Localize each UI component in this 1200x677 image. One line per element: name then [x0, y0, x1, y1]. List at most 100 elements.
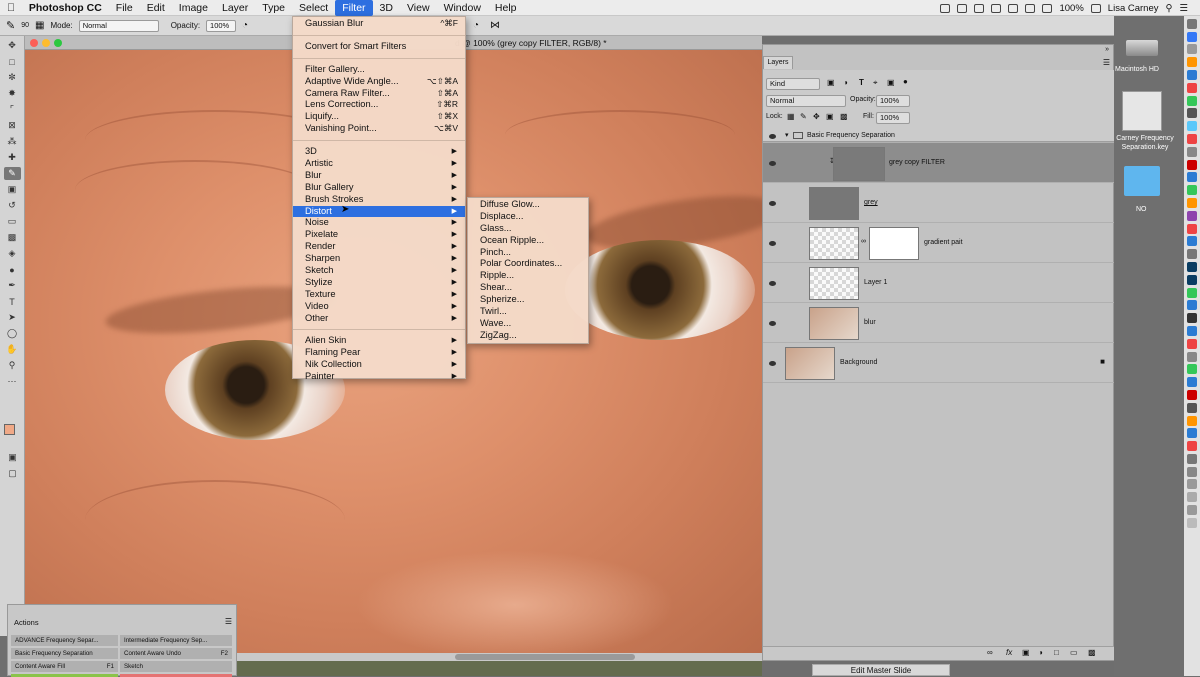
menu-item-nik-collection[interactable]: Nik Collection ▶: [293, 359, 465, 371]
dropbox-icon[interactable]: [974, 3, 985, 13]
menu-item-video[interactable]: Video ▶: [293, 301, 465, 313]
dock-app-icon[interactable]: [1187, 505, 1197, 516]
marquee-tool-icon[interactable]: □: [4, 55, 21, 68]
submenu-item-glass[interactable]: Glass...: [468, 223, 588, 235]
dock-app-icon[interactable]: [1187, 415, 1197, 426]
lock-brush-icon[interactable]: ✎: [800, 112, 807, 121]
menu-item-3d[interactable]: 3D ▶: [293, 146, 465, 158]
menu-view[interactable]: View: [400, 0, 437, 16]
stamp-tool-icon[interactable]: ▣: [4, 183, 21, 196]
dock-app-icon[interactable]: [1187, 313, 1197, 324]
menu-item-gaussian-blur[interactable]: Gaussian Blur ^⌘F: [293, 18, 465, 30]
dock-app-icon[interactable]: [1187, 185, 1197, 196]
layer-name[interactable]: gradient pait: [924, 239, 963, 246]
menu-item-painter[interactable]: Painter ▶: [293, 371, 465, 383]
pressure-opacity-icon[interactable]: ◔: [242, 20, 248, 31]
visibility-eye-icon[interactable]: [769, 361, 776, 366]
time-machine-icon[interactable]: [991, 3, 1002, 13]
dock-app-icon[interactable]: [1187, 223, 1197, 234]
app-name-menu[interactable]: Photoshop CC: [22, 0, 109, 16]
pressure-size-icon[interactable]: ◔: [473, 20, 479, 31]
layer-row[interactable]: ∞ gradient pait: [763, 223, 1115, 263]
edit-master-slide-button[interactable]: Edit Master Slide: [812, 664, 950, 676]
search-icon[interactable]: ⚲: [1166, 3, 1173, 14]
action-button-content-aware-fill[interactable]: Content Aware Fill F1: [11, 661, 118, 672]
eyedropper-tool-icon[interactable]: ⁂: [4, 135, 21, 148]
minimize-window-button[interactable]: [42, 39, 50, 47]
mode-dropdown[interactable]: Normal: [78, 19, 159, 32]
layer-row[interactable]: grey: [763, 183, 1115, 223]
menu-select[interactable]: Select: [292, 0, 335, 16]
visibility-eye-icon[interactable]: [769, 161, 776, 166]
layer-name[interactable]: blur: [864, 319, 876, 326]
layer-name[interactable]: grey: [864, 199, 878, 206]
zoom-window-button[interactable]: [54, 39, 62, 47]
action-button-sketch[interactable]: Sketch: [120, 661, 232, 672]
menu-item-liquify[interactable]: Liquify... ⇧⌘X: [293, 111, 465, 123]
more-tools-icon[interactable]: ⋯: [4, 375, 21, 388]
action-button-advance[interactable]: ADVANCE Frequency Separ...: [11, 635, 118, 646]
layer-name[interactable]: Background: [840, 359, 877, 366]
dock-app-icon[interactable]: [1187, 338, 1197, 349]
menu-item-other[interactable]: Other ▶: [293, 313, 465, 325]
keynote-file-icon[interactable]: [1122, 91, 1162, 131]
actions-title[interactable]: Actions: [14, 618, 39, 627]
foreground-color-swatch[interactable]: [4, 424, 15, 435]
visibility-eye-icon[interactable]: [769, 134, 776, 139]
menu-item-lens-correction[interactable]: Lens Correction... ⇧⌘R: [293, 99, 465, 111]
menu-item-alien-skin[interactable]: Alien Skin ▶: [293, 335, 465, 347]
lock-pixels-icon[interactable]: ▦: [787, 112, 795, 121]
frame-tool-icon[interactable]: ⊠: [4, 119, 21, 132]
dock-app-icon[interactable]: [1187, 172, 1197, 183]
dock-app-icon[interactable]: [1187, 325, 1197, 336]
dock-app-icon[interactable]: [1187, 389, 1197, 400]
path-select-tool-icon[interactable]: ➤: [4, 311, 21, 324]
cloud-icon[interactable]: [957, 3, 968, 13]
dock-app-icon[interactable]: [1187, 57, 1197, 68]
layer-row[interactable]: Background ■: [763, 343, 1115, 383]
visibility-eye-icon[interactable]: [769, 201, 776, 206]
menu-3d[interactable]: 3D: [373, 0, 400, 16]
menu-edit[interactable]: Edit: [140, 0, 172, 16]
dock-app-icon[interactable]: [1187, 210, 1197, 221]
menu-item-vanishing-point[interactable]: Vanishing Point... ⌥⌘V: [293, 123, 465, 135]
menu-file[interactable]: File: [109, 0, 140, 16]
action-button-basic[interactable]: Basic Frequency Separation: [11, 648, 118, 659]
menu-item-brush-strokes[interactable]: Brush Strokes ▶: [293, 194, 465, 206]
dock-app-icon[interactable]: [1187, 453, 1197, 464]
submenu-item-displace[interactable]: Displace...: [468, 211, 588, 223]
submenu-item-polar-coordinates[interactable]: Polar Coordinates...: [468, 258, 588, 270]
filter-type-icon[interactable]: T: [859, 78, 864, 87]
menu-item-blur[interactable]: Blur ▶: [293, 170, 465, 182]
submenu-item-twirl[interactable]: Twirl...: [468, 306, 588, 318]
hard-drive-icon[interactable]: [1126, 40, 1158, 56]
blur-tool-icon[interactable]: ◈: [4, 247, 21, 260]
menu-item-sharpen[interactable]: Sharpen ▶: [293, 253, 465, 265]
menu-type[interactable]: Type: [255, 0, 292, 16]
layer-mask-thumbnail[interactable]: [869, 227, 919, 260]
eraser-tool-icon[interactable]: ▭: [4, 215, 21, 228]
menu-item-texture[interactable]: Texture ▶: [293, 289, 465, 301]
type-tool-icon[interactable]: T: [4, 295, 21, 308]
list-icon[interactable]: ☰: [1179, 3, 1188, 14]
adjustment-layer-icon[interactable]: ◑: [1038, 648, 1043, 657]
move-tool-icon[interactable]: ✥: [4, 39, 21, 52]
menu-item-blur-gallery[interactable]: Blur Gallery ▶: [293, 182, 465, 194]
dock-app-icon[interactable]: [1187, 377, 1197, 388]
layer-name[interactable]: grey copy FILTER: [889, 159, 945, 166]
dock-app-icon[interactable]: [1187, 146, 1197, 157]
link-layers-icon[interactable]: ∞: [987, 648, 993, 657]
menu-window[interactable]: Window: [437, 0, 488, 16]
menu-item-camera-raw[interactable]: Camera Raw Filter... ⇧⌘A: [293, 88, 465, 100]
layer-row[interactable]: Layer 1: [763, 263, 1115, 303]
screen-mode-icon[interactable]: ▢: [4, 467, 21, 480]
add-mask-icon[interactable]: ▣: [1022, 648, 1030, 657]
lasso-tool-icon[interactable]: ✼: [4, 71, 21, 84]
battery-percent[interactable]: 100%: [1059, 3, 1083, 14]
fx-icon[interactable]: fx: [1006, 648, 1012, 657]
chain-link-icon[interactable]: ∞: [861, 238, 866, 245]
menu-item-pixelate[interactable]: Pixelate ▶: [293, 229, 465, 241]
menu-item-render[interactable]: Render ▶: [293, 241, 465, 253]
apple-icon[interactable]: : [0, 0, 22, 16]
submenu-item-ocean-ripple[interactable]: Ocean Ripple...: [468, 235, 588, 247]
